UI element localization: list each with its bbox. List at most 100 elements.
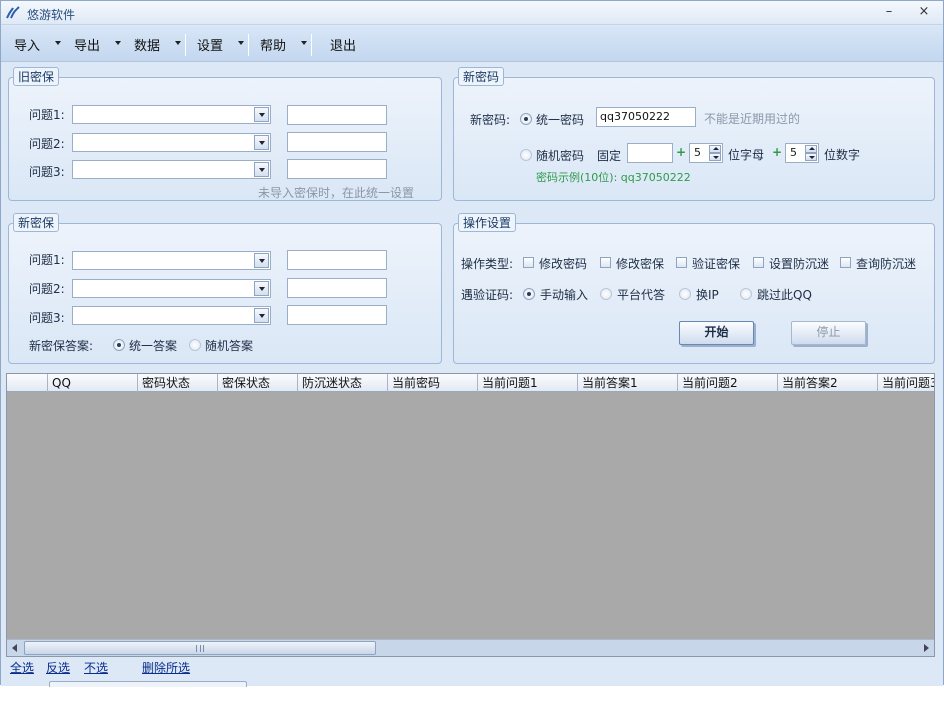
- captcha-radio-manual[interactable]: [523, 288, 535, 300]
- new-a2-input[interactable]: [287, 278, 387, 298]
- spin-up-icon[interactable]: [805, 145, 817, 153]
- minimize-button[interactable]: –: [879, 4, 899, 20]
- column-header[interactable]: 当前问题2: [678, 374, 778, 392]
- dropdown-arrow-icon[interactable]: [254, 162, 269, 177]
- type-set-antiaddiction[interactable]: 设置防沉迷: [769, 255, 829, 272]
- spin-up-icon[interactable]: [709, 145, 721, 153]
- new-answer-label: 新密保答案:: [29, 339, 94, 353]
- start-button[interactable]: 开始: [679, 321, 754, 345]
- new-password-label: 新密码:: [470, 113, 511, 127]
- menu-separator: [185, 34, 186, 56]
- new-a1-input[interactable]: [287, 250, 387, 270]
- column-header[interactable]: 当前答案2: [778, 374, 878, 392]
- dropdown-arrow-icon[interactable]: [254, 308, 269, 323]
- random-answer-label[interactable]: 随机答案: [205, 337, 253, 354]
- scroll-left-icon[interactable]: [7, 640, 23, 656]
- menu-settings[interactable]: 设置: [197, 35, 244, 55]
- type-checkbox[interactable]: [600, 257, 611, 268]
- captcha-option-platform[interactable]: 平台代答: [617, 286, 665, 303]
- chevron-down-icon: [301, 41, 307, 45]
- app-logo-icon: [6, 6, 20, 19]
- column-header[interactable]: 防沉迷状态: [298, 374, 388, 392]
- unified-password-input[interactable]: qq37050222: [596, 107, 696, 127]
- captcha-option-manual[interactable]: 手动输入: [540, 286, 588, 303]
- random-answer-radio[interactable]: [189, 339, 201, 351]
- unified-password-radio[interactable]: [520, 113, 532, 125]
- select-all-link[interactable]: 全选: [10, 659, 34, 676]
- window-title: 悠游软件: [27, 8, 76, 22]
- digits-label: 位数字: [824, 148, 861, 162]
- data-grid[interactable]: QQ 密码状态 密保状态 防沉迷状态 当前密码 当前问题1 当前答案1 当前问题…: [6, 373, 935, 657]
- type-checkbox[interactable]: [840, 257, 851, 268]
- unified-password-label[interactable]: 统一密码: [536, 111, 584, 128]
- scroll-right-icon[interactable]: [918, 640, 934, 656]
- chevron-down-icon: [238, 41, 244, 45]
- dropdown-arrow-icon[interactable]: [254, 135, 269, 150]
- random-password-label[interactable]: 随机密码: [536, 147, 584, 164]
- captcha-option-skip[interactable]: 跳过此QQ: [757, 286, 812, 303]
- letters-label: 位字母: [728, 148, 765, 162]
- dropdown-arrow-icon[interactable]: [254, 281, 269, 296]
- random-password-radio[interactable]: [520, 149, 532, 161]
- new-q3-select[interactable]: [72, 306, 271, 325]
- captcha-radio-platform[interactable]: [600, 288, 612, 300]
- column-header[interactable]: 当前答案1: [578, 374, 678, 392]
- column-header[interactable]: 当前密码: [388, 374, 478, 392]
- close-button[interactable]: ×: [914, 4, 934, 20]
- captcha-radio-ip[interactable]: [679, 288, 691, 300]
- spin-down-icon[interactable]: [805, 153, 817, 161]
- dropdown-arrow-icon[interactable]: [254, 107, 269, 122]
- delete-selected-link[interactable]: 删除所选: [142, 659, 190, 676]
- menu-data[interactable]: 数据: [134, 35, 181, 55]
- old-a3-input[interactable]: [287, 159, 387, 179]
- old-q2-select[interactable]: [72, 133, 271, 152]
- horizontal-scrollbar[interactable]: [7, 639, 934, 656]
- type-change-security[interactable]: 修改密保: [616, 255, 664, 272]
- group-title: 新密保: [13, 213, 60, 232]
- menu-import[interactable]: 导入: [14, 35, 61, 55]
- digits-count-spinner[interactable]: 5: [785, 143, 819, 163]
- grid-row-header: [7, 374, 48, 392]
- chevron-down-icon: [55, 41, 61, 45]
- type-change-password[interactable]: 修改密码: [539, 255, 587, 272]
- chevron-down-icon: [115, 41, 121, 45]
- new-a3-input[interactable]: [287, 305, 387, 325]
- type-checkbox[interactable]: [676, 257, 687, 268]
- new-q1-select[interactable]: [72, 251, 271, 270]
- dropdown-arrow-icon[interactable]: [254, 253, 269, 268]
- operation-type-label: 操作类型:: [461, 257, 514, 271]
- column-header[interactable]: 密码状态: [138, 374, 218, 392]
- menu-help[interactable]: 帮助: [260, 35, 307, 55]
- unified-answer-label[interactable]: 统一答案: [129, 337, 177, 354]
- type-checkbox[interactable]: [523, 257, 534, 268]
- old-a2-input[interactable]: [287, 132, 387, 152]
- old-q1-select[interactable]: [72, 105, 271, 124]
- invert-selection-link[interactable]: 反选: [46, 659, 70, 676]
- old-q3-select[interactable]: [72, 160, 271, 179]
- status-segment: [49, 681, 247, 687]
- menu-exit[interactable]: 退出: [330, 35, 356, 55]
- column-header[interactable]: 当前问题3: [878, 374, 934, 392]
- captcha-option-ip[interactable]: 换IP: [696, 286, 719, 303]
- column-header[interactable]: 密保状态: [218, 374, 298, 392]
- type-checkbox[interactable]: [753, 257, 764, 268]
- new-q3-label: 问题3:: [29, 311, 65, 325]
- letters-count-spinner[interactable]: 5: [689, 143, 723, 163]
- column-header[interactable]: 当前问题1: [478, 374, 578, 392]
- menu-export[interactable]: 导出: [74, 35, 121, 55]
- stop-button[interactable]: 停止: [791, 321, 866, 345]
- scrollbar-thumb[interactable]: [24, 641, 376, 655]
- type-verify-security[interactable]: 验证密保: [692, 255, 740, 272]
- select-none-link[interactable]: 不选: [84, 659, 108, 676]
- new-q2-select[interactable]: [72, 279, 271, 298]
- old-a1-input[interactable]: [287, 105, 387, 125]
- title-bar: 悠游软件 – ×: [1, 1, 943, 25]
- column-header[interactable]: QQ: [48, 374, 138, 392]
- fixed-prefix-input[interactable]: [627, 143, 673, 163]
- spin-down-icon[interactable]: [709, 153, 721, 161]
- menu-separator: [311, 34, 312, 56]
- captcha-radio-skip[interactable]: [740, 288, 752, 300]
- unified-answer-radio[interactable]: [113, 339, 125, 351]
- type-query-antiaddiction[interactable]: 查询防沉迷: [856, 255, 916, 272]
- operation-group: 操作设置 操作类型: 修改密码 修改密保 验证密保 设置防沉迷 查询防沉迷 遇验…: [453, 213, 935, 364]
